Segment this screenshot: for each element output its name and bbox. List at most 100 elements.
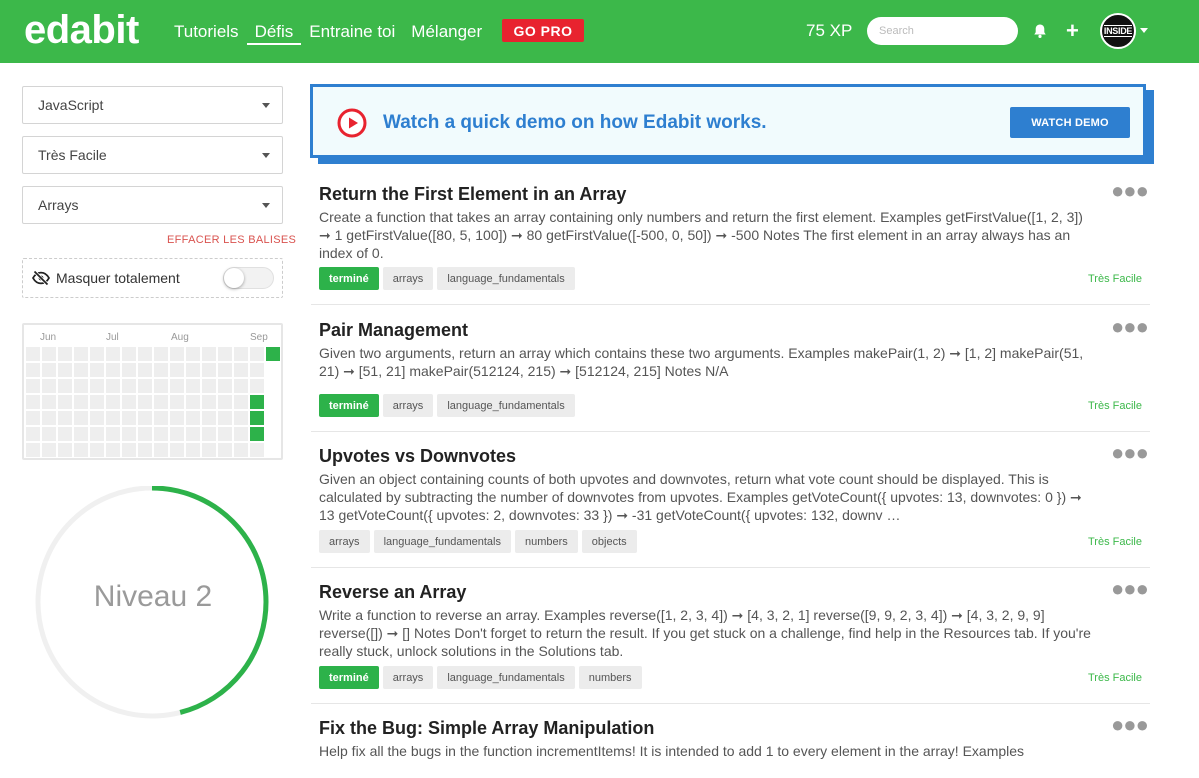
heatmap-cell <box>234 363 248 377</box>
challenge-title[interactable]: Return the First Element in an Array <box>319 184 626 205</box>
go-pro-button[interactable]: GO PRO <box>502 19 584 42</box>
heatmap-cell <box>58 427 72 441</box>
heatmap-cell <box>138 395 152 409</box>
chevron-down-icon[interactable] <box>1140 28 1148 33</box>
heatmap-cell <box>106 363 120 377</box>
banner-text: Watch a quick demo on how Edabit works. <box>383 112 767 133</box>
challenge-card[interactable]: Pair Management Given two arguments, ret… <box>311 314 1150 432</box>
heatmap-cell <box>58 363 72 377</box>
bell-icon[interactable] <box>1032 23 1048 39</box>
heatmap-cell <box>26 363 40 377</box>
clear-tags-link[interactable]: EFFACER LES BALISES <box>167 234 296 246</box>
more-options-icon[interactable]: ●●● <box>1111 712 1149 738</box>
heatmap-cell <box>42 363 56 377</box>
challenge-difficulty: Très Facile <box>1088 536 1142 548</box>
tag-arrays[interactable]: arrays <box>382 267 434 290</box>
heatmap-cell <box>58 411 72 425</box>
challenge-card[interactable]: Return the First Element in an Array Cre… <box>311 178 1150 305</box>
language-select-value: JavaScript <box>38 97 104 113</box>
edabit-logo[interactable]: edabit <box>24 8 139 53</box>
challenge-card[interactable]: Upvotes vs Downvotes Given an object con… <box>311 440 1150 568</box>
hide-completed-label: Masquer totalement <box>56 270 180 286</box>
challenge-description: Given an object containing counts of bot… <box>319 471 1082 523</box>
plus-icon[interactable]: + <box>1066 20 1079 42</box>
more-options-icon[interactable]: ●●● <box>1111 440 1149 466</box>
tag-language-fundamentals[interactable]: language_fundamentals <box>373 530 511 553</box>
search-input[interactable] <box>867 17 1018 45</box>
difficulty-select[interactable]: Très Facile <box>22 136 283 174</box>
challenge-difficulty: Très Facile <box>1088 273 1142 285</box>
heatmap-cell <box>26 443 40 457</box>
heatmap-cell <box>58 443 72 457</box>
challenge-title[interactable]: Upvotes vs Downvotes <box>319 446 516 467</box>
more-options-icon[interactable]: ●●● <box>1111 178 1149 204</box>
heatmap-cell <box>122 427 136 441</box>
difficulty-select-value: Très Facile <box>38 147 107 163</box>
tag-objects[interactable]: objects <box>581 530 637 553</box>
heatmap-cell <box>170 379 184 393</box>
heatmap-cell <box>170 363 184 377</box>
heatmap-cell <box>42 443 56 457</box>
heatmap-cell <box>218 427 232 441</box>
heatmap-cell <box>90 363 104 377</box>
heatmap-cell <box>186 363 200 377</box>
heatmap-cell <box>186 347 200 361</box>
heatmap-cell <box>74 347 88 361</box>
heatmap-cell <box>58 347 72 361</box>
heatmap-cell <box>42 347 56 361</box>
more-options-icon[interactable]: ●●● <box>1111 314 1149 340</box>
nav-melanger[interactable]: Mélanger <box>411 0 482 63</box>
tag-language-fundamentals[interactable]: language_fundamentals <box>437 267 575 290</box>
more-options-icon[interactable]: ●●● <box>1111 576 1149 602</box>
heatmap-cell <box>74 427 88 441</box>
nav-tutoriels[interactable]: Tutoriels <box>174 0 239 63</box>
challenge-tags: arrays language_fundamentals numbers obj… <box>319 530 641 553</box>
heatmap-cell <box>138 443 152 457</box>
heatmap-cell <box>138 379 152 393</box>
heatmap-cell <box>170 427 184 441</box>
challenge-card[interactable]: Fix the Bug: Simple Array Manipulation H… <box>311 712 1150 778</box>
heatmap-cell <box>74 379 88 393</box>
heatmap-month-label: Sep <box>250 332 268 343</box>
heatmap-cell <box>154 395 168 409</box>
tag-completed[interactable]: terminé <box>319 666 379 689</box>
tag-language-fundamentals[interactable]: language_fundamentals <box>437 666 575 689</box>
avatar[interactable]: INSIDE <box>1100 13 1136 49</box>
tag-arrays[interactable]: arrays <box>382 394 434 417</box>
heatmap-cell <box>26 411 40 425</box>
tag-numbers[interactable]: numbers <box>515 530 578 553</box>
challenge-title[interactable]: Pair Management <box>319 320 468 341</box>
play-icon[interactable] <box>337 108 367 138</box>
heatmap-cell <box>202 411 216 425</box>
heatmap-cell <box>218 395 232 409</box>
nav-entraine-toi[interactable]: Entraine toi <box>309 0 395 63</box>
hide-completed-toggle[interactable] <box>223 267 274 289</box>
toggle-knob <box>224 268 244 288</box>
activity-heatmap: Jun Jul Aug Sep <box>22 323 283 460</box>
tag-completed[interactable]: terminé <box>319 267 379 290</box>
heatmap-cell <box>154 411 168 425</box>
heatmap-cell <box>122 379 136 393</box>
language-select[interactable]: JavaScript <box>22 86 283 124</box>
heatmap-cell <box>90 379 104 393</box>
tag-select[interactable]: Arrays <box>22 186 283 224</box>
tag-arrays[interactable]: arrays <box>319 530 370 553</box>
heatmap-cell <box>250 379 264 393</box>
tag-language-fundamentals[interactable]: language_fundamentals <box>437 394 575 417</box>
nav-defis[interactable]: Défis <box>246 0 302 63</box>
heatmap-cell <box>154 427 168 441</box>
heatmap-cell <box>138 347 152 361</box>
heatmap-cell <box>90 427 104 441</box>
challenge-title[interactable]: Reverse an Array <box>319 582 466 603</box>
heatmap-cell <box>90 443 104 457</box>
tag-arrays[interactable]: arrays <box>382 666 434 689</box>
heatmap-cell <box>122 363 136 377</box>
heatmap-cell <box>154 379 168 393</box>
challenge-card[interactable]: Reverse an Array Write a function to rev… <box>311 576 1150 704</box>
demo-banner: Watch a quick demo on how Edabit works. … <box>310 84 1146 158</box>
heatmap-cell <box>202 443 216 457</box>
watch-demo-button[interactable]: WATCH DEMO <box>1010 107 1130 138</box>
tag-numbers[interactable]: numbers <box>578 666 642 689</box>
challenge-title[interactable]: Fix the Bug: Simple Array Manipulation <box>319 718 654 739</box>
tag-completed[interactable]: terminé <box>319 394 379 417</box>
